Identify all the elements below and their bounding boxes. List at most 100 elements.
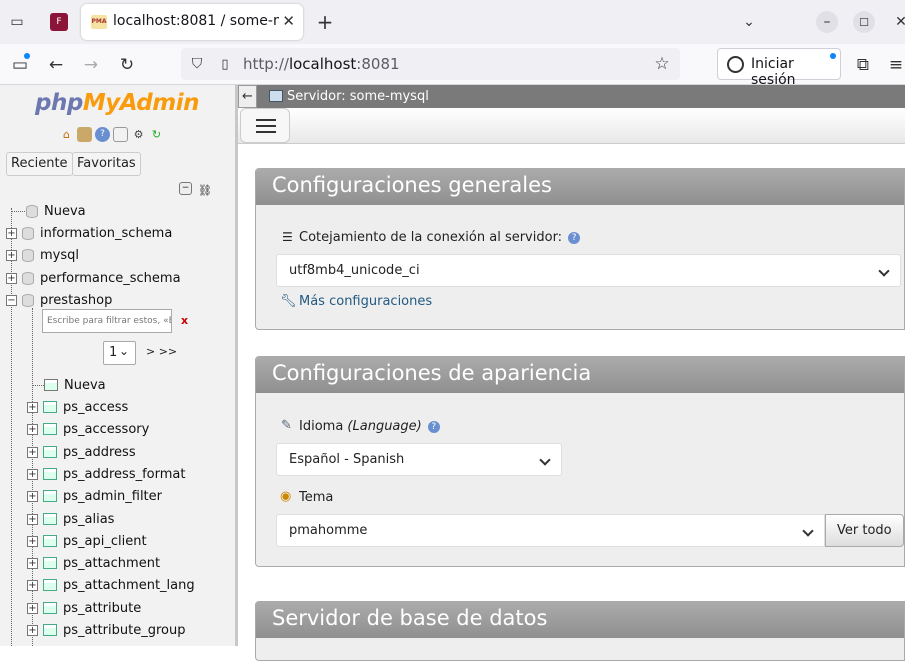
new-table-item[interactable]: Nueva: [44, 375, 106, 395]
collapse-icon[interactable]: −: [6, 294, 17, 306]
help-icon[interactable]: ?: [95, 127, 110, 142]
table-item[interactable]: + ps_accessory: [27, 419, 149, 439]
chevron-down-icon: [802, 525, 814, 537]
page-info-icon[interactable]: ▯: [214, 53, 236, 75]
language-select[interactable]: Español - Spanish: [276, 443, 562, 476]
forward-icon[interactable]: →: [80, 54, 102, 76]
shield-icon[interactable]: ⛉: [186, 53, 208, 75]
expand-icon[interactable]: +: [27, 557, 38, 569]
clear-filter-button[interactable]: x: [181, 314, 188, 327]
theme-select[interactable]: pmahomme: [276, 514, 825, 547]
phpmyadmin-favicon: PMA: [91, 15, 107, 29]
expand-icon[interactable]: +: [27, 446, 38, 458]
next-page-link[interactable]: > >>: [146, 345, 177, 358]
expand-icon[interactable]: +: [27, 513, 38, 525]
table-item[interactable]: + ps_alias: [27, 509, 114, 529]
panel-resizer[interactable]: [235, 85, 238, 646]
expand-icon[interactable]: +: [27, 624, 38, 636]
collation-value: utf8mb4_unicode_ci: [289, 263, 420, 278]
table-item[interactable]: + ps_address_format: [27, 464, 185, 484]
url-text: http://localhost:8081: [243, 55, 400, 73]
table-item[interactable]: + ps_admin_filter: [27, 486, 162, 506]
table-filter-input[interactable]: Escribe para filtrar estos, «E: [42, 309, 172, 333]
docs-icon[interactable]: [113, 127, 128, 142]
table-item[interactable]: + ps_attribute_group: [27, 620, 185, 640]
favorites-button[interactable]: Favoritas: [72, 152, 141, 176]
url-bar[interactable]: ⛉ ▯ http://localhost:8081 ☆: [181, 48, 680, 80]
database-icon: [22, 248, 34, 262]
table-item[interactable]: + ps_access: [27, 397, 128, 417]
expand-icon[interactable]: +: [27, 490, 38, 502]
table-name: ps_attachment_lang: [63, 577, 195, 593]
reload-icon[interactable]: ↻: [116, 54, 138, 76]
table-item[interactable]: + ps_address: [27, 442, 136, 462]
notification-dot: [24, 53, 30, 59]
server-icon: [269, 90, 283, 102]
table-item[interactable]: + ps_attribute: [27, 598, 141, 618]
database-item[interactable]: + information_schema: [6, 223, 172, 243]
database-icon: [22, 226, 34, 240]
help-icon[interactable]: ?: [568, 231, 581, 244]
database-item[interactable]: + mysql: [6, 245, 79, 265]
collapse-navigation-button[interactable]: ←: [238, 85, 257, 108]
table-item[interactable]: + ps_api_client: [27, 531, 147, 551]
view-all-themes-button[interactable]: Ver todo: [825, 514, 904, 547]
close-window-icon[interactable]: ✕: [890, 11, 905, 33]
top-menu-bar: [238, 108, 905, 144]
database-name: prestashop: [40, 292, 113, 308]
new-table-label: Nueva: [64, 377, 106, 393]
maximize-icon[interactable]: ☐: [853, 11, 875, 33]
back-icon[interactable]: ←: [45, 54, 67, 76]
collapse-all-icon[interactable]: −: [179, 182, 192, 195]
hamburger-menu-button[interactable]: [240, 108, 290, 143]
database-name: performance_schema: [40, 270, 181, 286]
expand-icon[interactable]: +: [27, 423, 38, 435]
logout-icon[interactable]: [77, 127, 92, 142]
extensions-icon[interactable]: ⧉: [852, 54, 874, 76]
link-with-main-icon[interactable]: ⛓: [198, 184, 212, 197]
tab-title: localhost:8081 / some-my: [113, 13, 279, 29]
table-name: ps_attribute: [63, 600, 142, 616]
database-name: information_schema: [40, 225, 173, 241]
account-icon: [727, 56, 744, 73]
table-icon: [43, 557, 57, 569]
database-item-expanded[interactable]: − prestashop: [6, 290, 112, 310]
menu-icon[interactable]: ≡: [885, 54, 905, 76]
server-breadcrumb[interactable]: Servidor: some-mysql: [287, 89, 429, 104]
close-tab-icon[interactable]: ✕: [282, 12, 295, 30]
more-settings-link[interactable]: Más configuraciones: [299, 294, 432, 309]
expand-icon[interactable]: +: [27, 401, 38, 413]
expand-icon[interactable]: +: [6, 249, 17, 261]
table-item[interactable]: + ps_attachment: [27, 553, 160, 573]
new-database-item[interactable]: Nueva: [26, 201, 86, 221]
expand-icon[interactable]: +: [6, 272, 17, 284]
pinned-tab-icon[interactable]: F: [50, 13, 68, 31]
table-icon: [43, 401, 57, 413]
recent-button[interactable]: Reciente: [6, 152, 73, 176]
collation-select[interactable]: utf8mb4_unicode_ci: [276, 254, 901, 287]
reload-navigation-icon[interactable]: ↻: [149, 127, 164, 142]
expand-icon[interactable]: +: [27, 535, 38, 547]
settings-gear-icon[interactable]: ⚙: [131, 127, 146, 142]
list-icon: ☰: [282, 230, 293, 244]
phpmyadmin-logo[interactable]: phpMyAdmin: [35, 90, 199, 116]
tab-overview-icon[interactable]: ▭: [6, 11, 28, 33]
database-server-panel: Servidor de base de datos: [255, 601, 905, 661]
help-icon[interactable]: ?: [427, 420, 440, 433]
database-item[interactable]: + performance_schema: [6, 268, 181, 288]
new-tab-icon[interactable]: +: [314, 10, 336, 34]
expand-icon[interactable]: +: [27, 602, 38, 614]
expand-icon[interactable]: +: [27, 468, 38, 480]
expand-icon[interactable]: +: [27, 579, 38, 591]
minimize-icon[interactable]: –: [816, 11, 838, 33]
tab-list-chevron-icon[interactable]: ⌄: [738, 11, 760, 33]
bookmark-star-icon[interactable]: ☆: [651, 53, 673, 75]
table-name: ps_address: [63, 444, 136, 460]
table-item[interactable]: + ps_attachment_lang: [27, 575, 195, 595]
expand-icon[interactable]: +: [6, 227, 17, 239]
tab-active[interactable]: PMA localhost:8081 / some-my ✕: [81, 4, 303, 40]
page-select[interactable]: 1 ⌄: [103, 341, 136, 365]
signin-button[interactable]: Iniciar sesión: [717, 48, 841, 88]
page-value: 1: [109, 345, 118, 360]
home-icon[interactable]: ⌂: [59, 127, 74, 142]
